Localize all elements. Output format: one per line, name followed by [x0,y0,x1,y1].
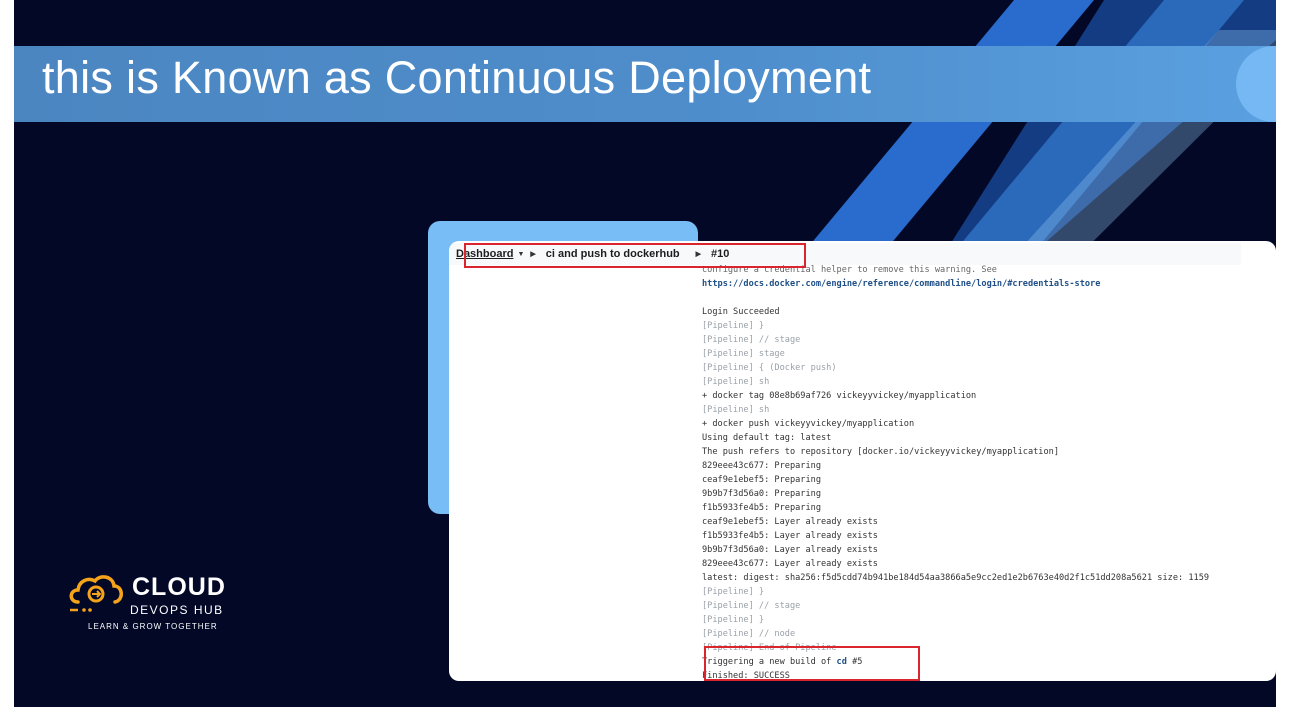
log-line: [Pipeline] // stage [702,601,801,611]
title-band-circle [1236,46,1276,122]
log-line: + docker push vickeyyvickey/myapplicatio… [702,419,915,429]
log-line: [Pipeline] // node [702,629,796,639]
log-line: 9b9b7f3d56a0: Layer already exists [702,545,878,555]
cloud-icon [69,575,123,612]
log-line: 9b9b7f3d56a0: Preparing [702,489,821,499]
log-line: ceaf9e1ebef5: Preparing [702,475,821,485]
log-line[interactable]: https://docs.docker.com/engine/reference… [702,277,1209,291]
console-output: configure a credential helper to remove … [702,263,1209,681]
log-line: 829eee43c677: Preparing [702,461,821,471]
logo-subtitle: DEVOPS HUB [130,603,224,617]
log-line: [Pipeline] sh [702,377,770,387]
log-line: Login Succeeded [702,307,780,317]
log-line: f1b5933fe4b5: Layer already exists [702,531,878,541]
jenkins-console-panel: Dashboard ▼ ▶ ci and push to dockerhub ▶… [449,241,1276,681]
slide: this is Known as Continuous Deployment D… [14,0,1276,707]
log-line: [Pipeline] } [702,587,765,597]
log-line: latest: digest: sha256:f5d5cdd74b941be18… [702,573,1210,583]
log-line: + docker tag 08e8b69af726 vickeyyvickey/… [702,391,977,401]
log-line: ceaf9e1ebef5: Layer already exists [702,517,878,527]
log-line: [Pipeline] // stage [702,335,801,345]
log-line: [Pipeline] sh [702,405,770,415]
logo-tagline: LEARN & GROW TOGETHER [88,622,218,631]
log-line: [Pipeline] } [702,321,765,331]
cloud-devops-hub-logo: CLOUD DEVOPS HUB LEARN & GROW TOGETHER [66,572,266,634]
logo-word: CLOUD [132,573,226,601]
log-line: [Pipeline] stage [702,349,785,359]
log-line: [Pipeline] } [702,615,765,625]
breadcrumb-highlight [464,243,806,268]
slide-title: this is Known as Continuous Deployment [42,52,872,103]
log-line: f1b5933fe4b5: Preparing [702,503,821,513]
log-line: 829eee43c677: Layer already exists [702,559,878,569]
log-line: Using default tag: latest [702,433,832,443]
trigger-highlight [704,646,920,681]
log-line: The push refers to repository [docker.io… [702,447,1059,457]
log-line: [Pipeline] { (Docker push) [702,363,837,373]
